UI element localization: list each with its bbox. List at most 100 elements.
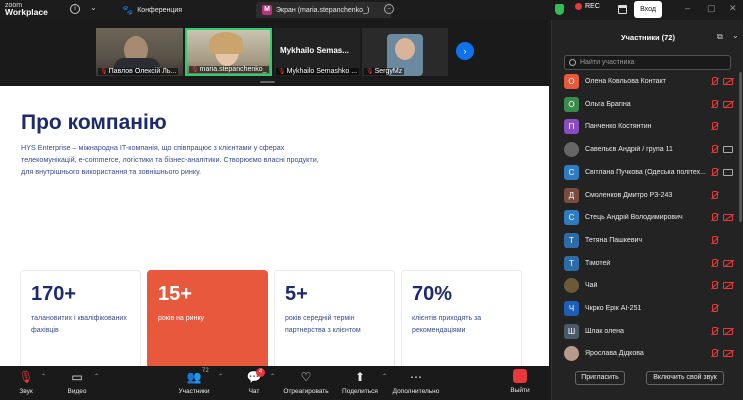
info-icon[interactable]: i xyxy=(70,4,80,14)
video-tile[interactable]: 🎙Павлов Олексій Ль... xyxy=(96,28,183,76)
stat-card: 5+ років середній термін партнерства з к… xyxy=(274,270,395,366)
close-tab-icon[interactable]: – xyxy=(384,4,394,14)
participant-row[interactable]: Ч Чкрко Ерік АІ-251 xyxy=(552,298,737,320)
video-tile[interactable]: 🎙SergyMz xyxy=(362,28,448,76)
tab-screen-share[interactable]: M Экран (maria.stepanchenko_) xyxy=(256,2,391,18)
camera-icon xyxy=(723,146,733,154)
participants-panel: Участники (72) ⧉ ⌄ О Олена Ковльова Конта… xyxy=(551,20,743,400)
avatar: О xyxy=(564,74,579,89)
stat-number: 5+ xyxy=(285,283,308,305)
react-button[interactable]: ♡ Отреагировать xyxy=(282,370,330,395)
meeting-stage: 🎙Павлов Олексій Ль... 🎙maria.stepanchenk… xyxy=(0,20,549,400)
close-window-icon[interactable]: ✕ xyxy=(729,3,737,14)
popout-icon[interactable]: ⧉ xyxy=(717,32,723,42)
participant-row[interactable]: П Панченко Костянтин xyxy=(552,116,737,138)
participant-row[interactable]: Савельєв Андрій / група 11 xyxy=(552,139,737,161)
participants-label: Участники xyxy=(178,388,210,395)
maximize-icon[interactable]: ▢ xyxy=(707,3,716,14)
participant-search-input[interactable] xyxy=(580,59,720,66)
share-screen-icon: ⬆ xyxy=(354,370,366,384)
more-button[interactable]: ⋯ Дополнительно xyxy=(392,370,440,395)
participants-options-chevron-icon[interactable]: ⌃ xyxy=(218,373,223,380)
mic-off-icon xyxy=(710,190,719,201)
mic-off-icon: 🎙 xyxy=(191,67,199,73)
share-options-chevron-icon[interactable]: ⌃ xyxy=(382,373,387,380)
meeting-toolbar: 🎙 Звук ⌃ ▭ Видео ⌃ 👥 Участники 72 ⌃ 💬 Ча… xyxy=(0,366,549,400)
camera-off-icon xyxy=(723,327,733,335)
unmute-self-button[interactable]: Включить свой звук xyxy=(646,371,724,385)
mic-off-icon xyxy=(710,99,719,110)
mic-off-icon xyxy=(710,77,719,87)
participants-scrollbar[interactable] xyxy=(739,72,742,222)
avatar xyxy=(564,346,579,362)
participant-row[interactable]: Т Тімотей xyxy=(552,253,737,275)
participant-row[interactable]: О Ольга Брагіна xyxy=(552,94,737,116)
mic-off-icon xyxy=(710,167,719,178)
participant-name: Стець Андрій Володимирович xyxy=(585,214,683,222)
camera-off-icon xyxy=(723,350,733,358)
leave-icon[interactable] xyxy=(513,369,527,383)
mic-off-icon xyxy=(710,349,719,359)
zoom-logo: zoom Workplace xyxy=(5,2,48,16)
participant-name: Смоленков Дмитро РЗ-243 xyxy=(585,191,673,199)
mic-off-icon: 🎙 xyxy=(278,69,286,75)
recording-indicator[interactable]: REC xyxy=(575,3,600,10)
strip-drag-handle[interactable] xyxy=(260,81,275,83)
avatar xyxy=(564,278,579,294)
leave-button[interactable]: Выйти xyxy=(496,387,544,394)
record-dot-icon xyxy=(575,3,582,10)
shield-icon[interactable] xyxy=(555,4,564,15)
participant-name: Чай xyxy=(585,282,598,290)
participant-row[interactable]: С Світлана Пучкова (Одеська політех... xyxy=(552,162,737,184)
participant-row[interactable]: Д Смоленков Дмитро РЗ-243 xyxy=(552,185,737,207)
minimize-icon[interactable]: – xyxy=(685,3,690,13)
stat-desc: талановитих і кваліфікованих фахівців xyxy=(31,315,127,334)
participants-button[interactable]: 👥 Участники xyxy=(170,370,218,395)
rec-label: REC xyxy=(585,3,600,10)
avatar: П xyxy=(564,119,579,135)
participant-row[interactable]: Ш Шлак олена xyxy=(552,321,737,343)
calendar-icon[interactable] xyxy=(618,5,627,14)
mic-off-icon: 🎙 xyxy=(366,69,374,75)
mic-off-icon xyxy=(710,326,719,337)
invite-button[interactable]: Пригласить xyxy=(575,371,625,385)
participant-row[interactable]: Ярослава Дідкова xyxy=(552,343,737,365)
heart-icon: ♡ xyxy=(300,370,312,384)
panel-collapse-chevron-icon[interactable]: ⌄ xyxy=(732,31,739,40)
video-tile-active-speaker[interactable]: 🎙maria.stepanchenko_ xyxy=(185,28,272,76)
camera-off-icon xyxy=(723,282,733,290)
participants-icon: 👥 xyxy=(186,370,202,384)
share-screen-button[interactable]: ⬆ Поделиться xyxy=(336,370,384,395)
shared-screen: Про компанію HYS Enterprise – міжнародна… xyxy=(0,86,549,366)
stat-number: 70% xyxy=(412,283,453,305)
participant-row[interactable]: С Стець Андрій Володимирович xyxy=(552,207,737,229)
avatar: Т xyxy=(564,255,579,271)
mic-off-icon xyxy=(710,235,719,246)
slide-title: Про компанію xyxy=(21,111,167,134)
participant-row[interactable]: Чай xyxy=(552,275,737,297)
video-tile[interactable]: Mykhailo Semas... 🎙Mykhailo Semashko ... xyxy=(274,28,360,76)
video-options-chevron-icon[interactable]: ⌃ xyxy=(94,373,99,380)
tab-meeting[interactable]: 🐾 Конференция xyxy=(116,2,188,18)
audio-options-chevron-icon[interactable]: ⌃ xyxy=(41,373,46,380)
login-button[interactable]: Вход xyxy=(634,1,662,18)
camera-off-icon xyxy=(723,100,733,108)
react-label: Отреагировать xyxy=(283,388,329,395)
mic-off-icon xyxy=(710,304,719,314)
chat-options-chevron-icon[interactable]: ⌃ xyxy=(270,373,275,380)
stat-card: 70% клієнтів приходять за рекомендаціями xyxy=(401,270,522,366)
participant-search[interactable] xyxy=(564,55,731,70)
next-page-button[interactable]: › xyxy=(456,42,474,60)
avatar: Ч xyxy=(564,301,579,316)
video-tile-label: 🎙Павлов Олексій Ль... xyxy=(98,68,179,75)
logo-line2: Workplace xyxy=(5,7,48,17)
search-icon xyxy=(569,59,576,66)
participant-face xyxy=(395,38,415,60)
video-tile-label: 🎙Mykhailo Semashko ... xyxy=(276,68,360,75)
avatar: Д xyxy=(564,187,579,203)
participant-row[interactable]: Т Тетяна Пашкевич xyxy=(552,230,737,252)
participant-row[interactable]: О Олена Ковльова Контакт xyxy=(552,71,737,93)
avatar: О xyxy=(564,96,579,112)
avatar xyxy=(564,142,579,158)
chevron-down-icon[interactable]: ⌄ xyxy=(90,3,97,12)
